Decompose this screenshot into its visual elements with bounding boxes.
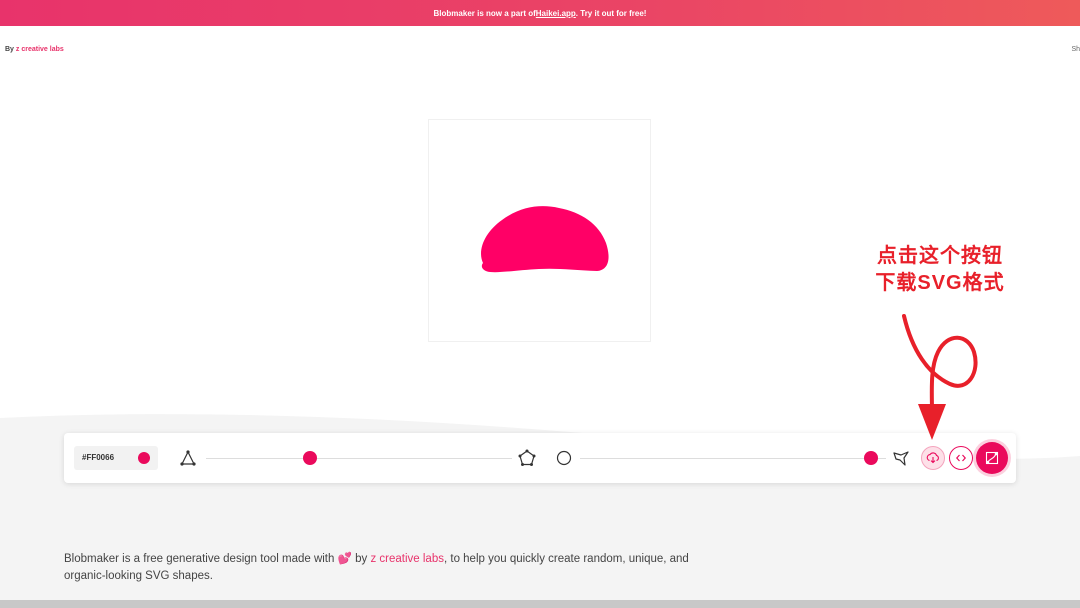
announcement-banner: Blobmaker is now a part of Haikei.app . … [0,0,1080,26]
color-code: #FF0066 [82,453,115,462]
heart-emoji: 💕 [337,553,352,565]
contrast-slider-thumb[interactable] [863,451,878,465]
code-button[interactable] [949,446,973,470]
spiky-shape-icon [893,451,909,466]
description: Blobmaker is a free generative design to… [64,551,764,585]
description-brand-link[interactable]: z creative labs [370,553,444,565]
triangle-nodes-icon [180,450,196,466]
byline-prefix: By [5,46,16,53]
color-picker[interactable]: #FF0066 [74,446,158,470]
byline: By z creative labs [5,46,64,53]
banner-link[interactable]: Haikei.app [536,9,576,18]
star-pentagon-icon [518,449,536,466]
bottom-scroll-strip [0,600,1080,608]
download-icon [926,452,939,464]
share-link[interactable]: Sh [1071,46,1080,53]
description-part-2: by [351,553,371,565]
annotation-line-2: 下载SVG格式 [875,272,1005,294]
description-line-2: organic-looking SVG shapes. [64,570,213,582]
complexity-slider-track[interactable] [206,458,512,459]
blob-canvas [428,119,651,342]
random-shape-icon [985,451,999,465]
blob-toolbar: #FF0066 [64,433,1016,483]
download-button[interactable] [921,446,945,470]
description-part-1: Blobmaker is a free generative design to… [64,553,338,565]
circle-outline-icon [556,450,572,466]
color-swatch[interactable] [138,452,150,464]
banner-suffix: . Try it out for free! [575,8,647,18]
banner-prefix: Blobmaker is now a part of [433,8,536,18]
generate-button[interactable] [976,442,1008,474]
code-icon [955,454,967,462]
brand-link[interactable]: z creative labs [16,46,64,53]
blob-shape [481,206,609,273]
annotation-line-1: 点击这个按钮 [877,245,1003,267]
contrast-slider-track[interactable] [580,458,886,459]
complexity-slider-thumb[interactable] [303,451,318,465]
description-part-3: , to help you quickly create random, uni… [443,553,689,565]
annotation-text: 点击这个按钮 下载SVG格式 [860,243,1020,297]
